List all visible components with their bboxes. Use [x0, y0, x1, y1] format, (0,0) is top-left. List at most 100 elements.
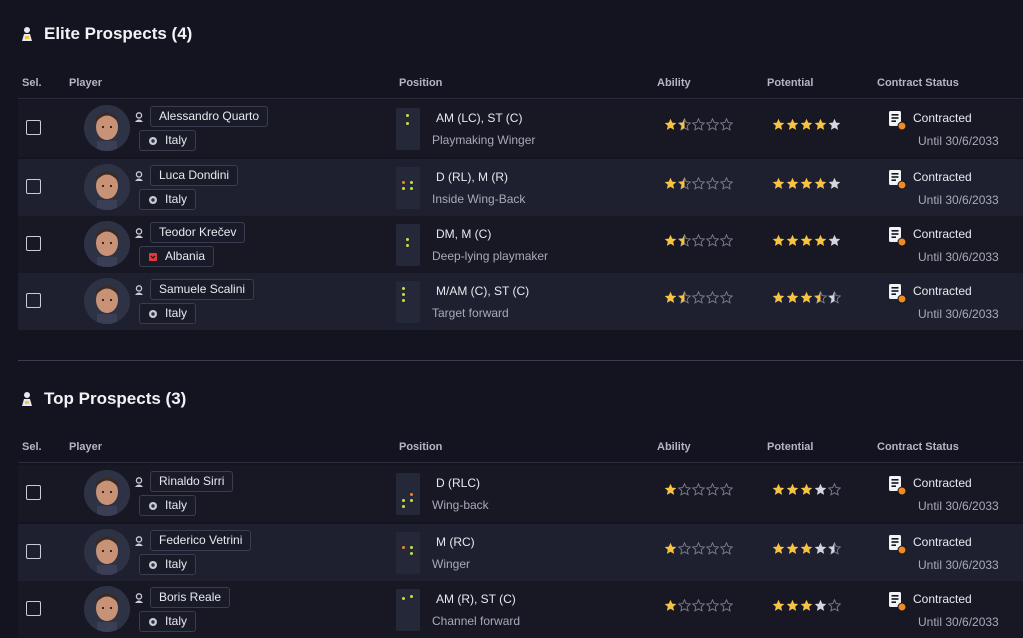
contract-status: Contracted: [913, 476, 972, 490]
col-sel[interactable]: Sel.: [22, 441, 42, 453]
star-empty-icon: [706, 118, 719, 131]
nation-badge[interactable]: Italy: [139, 554, 197, 575]
select-checkbox[interactable]: [26, 293, 41, 308]
star-icon: [814, 118, 827, 130]
flag-italy-icon: [149, 617, 157, 626]
select-checkbox[interactable]: [26, 236, 41, 251]
star-icon: [814, 542, 827, 554]
potential-stars: [772, 177, 841, 190]
table-row[interactable]: Luca Dondini Italy D (RL), M (R) Inside …: [18, 159, 1023, 216]
col-player[interactable]: Player: [69, 77, 102, 89]
star-empty-icon: [678, 542, 691, 555]
col-sel[interactable]: Sel.: [22, 77, 42, 89]
star-icon: [772, 234, 785, 246]
select-checkbox[interactable]: [26, 120, 41, 135]
contract-status: Contracted: [913, 592, 972, 606]
col-potential[interactable]: Potential: [767, 441, 813, 453]
table-row[interactable]: Alessandro Quarto Italy AM (LC), ST (C) …: [18, 100, 1023, 157]
select-checkbox[interactable]: [26, 179, 41, 194]
player-name-link[interactable]: Luca Dondini: [150, 165, 239, 186]
star-icon: [800, 234, 813, 246]
player-name-box: Boris Reale: [134, 587, 231, 608]
potential-stars: [772, 483, 841, 496]
star-empty-icon: [720, 599, 733, 612]
position-text: AM (LC), ST (C): [436, 111, 523, 125]
table-header: Sel. Player Position Ability Potential C…: [0, 438, 1023, 458]
star-empty-icon: [720, 234, 733, 247]
col-player[interactable]: Player: [69, 441, 102, 453]
nation-label: Italy: [165, 557, 188, 571]
player-name-link[interactable]: Rinaldo Sirri: [150, 471, 234, 492]
avatar[interactable]: [84, 164, 130, 210]
nation-badge[interactable]: Italy: [139, 130, 197, 151]
ability-stars: [664, 599, 733, 612]
select-checkbox[interactable]: [26, 601, 41, 616]
star-icon: [772, 542, 785, 554]
select-checkbox[interactable]: [26, 544, 41, 559]
flag-italy-icon: [149, 136, 157, 145]
player-face-icon: [84, 278, 130, 324]
star-empty-icon: [692, 291, 705, 304]
avatar[interactable]: [84, 586, 130, 632]
section-title: Elite Prospects (4): [20, 22, 192, 46]
table-row[interactable]: Federico Vetrini Italy M (RC) Winger Con…: [18, 524, 1023, 581]
table-row[interactable]: Samuele Scalini Italy M/AM (C), ST (C) T…: [18, 273, 1023, 330]
nation-badge[interactable]: Italy: [139, 189, 197, 210]
star-icon: [786, 234, 799, 246]
avatar[interactable]: [84, 221, 130, 267]
nation-badge[interactable]: Italy: [139, 611, 197, 632]
avatar[interactable]: [84, 278, 130, 324]
col-position[interactable]: Position: [399, 77, 442, 89]
star-icon: [786, 542, 799, 554]
nation-badge[interactable]: Italy: [139, 303, 197, 324]
col-contract[interactable]: Contract Status: [877, 441, 959, 453]
col-ability[interactable]: Ability: [657, 441, 691, 453]
position-text: AM (R), ST (C): [436, 592, 516, 606]
star-empty-icon: [720, 177, 733, 190]
nation-badge[interactable]: Italy: [139, 495, 197, 516]
position-pitch-icon: [396, 108, 420, 150]
star-half-icon: [678, 234, 691, 247]
position-pitch-icon: [396, 167, 420, 209]
player-name-link[interactable]: Samuele Scalini: [150, 279, 255, 300]
star-icon: [800, 291, 813, 303]
person-icon: [135, 535, 143, 546]
col-ability[interactable]: Ability: [657, 77, 691, 89]
star-empty-icon: [706, 599, 719, 612]
avatar[interactable]: [84, 529, 130, 575]
table-row[interactable]: Teodor Krečev Albania DM, M (C) Deep-lyi…: [18, 216, 1023, 273]
nation-badge[interactable]: Albania: [139, 246, 215, 267]
player-name-link[interactable]: Boris Reale: [150, 587, 231, 608]
ability-stars: [664, 483, 733, 496]
table-row[interactable]: Boris Reale Italy AM (R), ST (C) Channel…: [18, 581, 1023, 638]
col-potential[interactable]: Potential: [767, 77, 813, 89]
star-half-icon: [814, 291, 827, 304]
star-empty-icon: [720, 291, 733, 304]
contract-expiry: Until 30/6/2033: [918, 193, 999, 207]
star-empty-icon: [692, 177, 705, 190]
player-face-icon: [84, 470, 130, 516]
star-icon: [828, 118, 841, 130]
star-icon: [786, 118, 799, 130]
star-empty-icon: [692, 483, 705, 496]
nation-label: Italy: [165, 133, 188, 147]
star-empty-icon: [706, 542, 719, 555]
star-empty-icon: [692, 542, 705, 555]
potential-stars: [772, 234, 841, 247]
role-text: Target forward: [432, 306, 509, 320]
star-empty-icon: [720, 483, 733, 496]
player-name-link[interactable]: Teodor Krečev: [150, 222, 246, 243]
select-checkbox[interactable]: [26, 485, 41, 500]
position-pitch-icon: [396, 473, 420, 515]
player-face-icon: [84, 586, 130, 632]
col-position[interactable]: Position: [399, 441, 442, 453]
star-icon: [772, 483, 785, 495]
player-name-link[interactable]: Federico Vetrini: [150, 530, 252, 551]
star-empty-icon: [692, 234, 705, 247]
contract-document-icon: [889, 111, 906, 131]
avatar[interactable]: [84, 470, 130, 516]
table-row[interactable]: Rinaldo Sirri Italy D (RLC) Wing-back Co…: [18, 465, 1023, 522]
avatar[interactable]: [84, 105, 130, 151]
player-name-link[interactable]: Alessandro Quarto: [150, 106, 269, 127]
col-contract[interactable]: Contract Status: [877, 77, 959, 89]
